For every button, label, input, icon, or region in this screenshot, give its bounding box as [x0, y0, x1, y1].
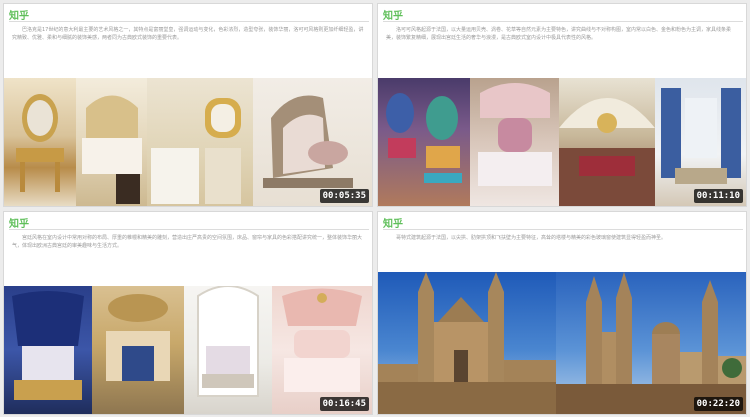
classic-sofa-photo	[252, 78, 372, 206]
photo-strip	[4, 286, 372, 414]
ornate-mirror-photo	[147, 78, 253, 206]
video-thumbnail-1[interactable]: 知乎 巴洛克是17世纪的意大利最主要的艺术风格之一，其特点是富丽堂皇，强调运动与…	[3, 3, 373, 207]
header-divider	[383, 229, 743, 230]
cathedral-front-photo	[378, 272, 556, 414]
header-divider	[9, 229, 369, 230]
video-timestamp: 00:22:20	[693, 397, 743, 411]
palace-hall-photo	[559, 78, 655, 206]
photo-strip	[378, 272, 746, 414]
zhihu-logo: 知乎	[383, 219, 403, 230]
white-arch-bedroom-photo	[184, 286, 272, 414]
canopy-bed-photo	[469, 78, 560, 206]
painted-chairs-photo	[378, 78, 470, 206]
description-text: 宫廷风格在室内设计中常用对称的布局、厚重的帷幔和精美的雕刻，营造出庄严高贵的空间…	[12, 235, 363, 249]
video-thumbnail-3[interactable]: 知乎 宫廷风格在室内设计中常用对称的布局、厚重的帷幔和精美的雕刻，营造出庄严高贵…	[3, 211, 373, 415]
zhihu-logo: 知乎	[9, 11, 29, 22]
carved-bedroom-photo	[75, 78, 148, 206]
gilded-ceiling-photo	[92, 286, 184, 414]
royal-blue-bedroom-photo	[4, 286, 92, 414]
header-divider	[383, 21, 743, 22]
blue-curtain-room-photo	[654, 78, 746, 206]
video-timestamp: 00:05:35	[319, 189, 369, 203]
gilded-vanity-photo	[4, 78, 76, 206]
video-thumbnail-4[interactable]: 知乎 哥特式建筑起源于法国，以尖拱、肋架拱顶和飞扶壁为主要特征，高耸的塔楼与精美…	[377, 211, 747, 415]
description-text: 哥特式建筑起源于法国，以尖拱、肋架拱顶和飞扶壁为主要特征，高耸的塔楼与精美的彩色…	[396, 235, 667, 241]
cathedral-skyline-photo	[556, 272, 746, 414]
zhihu-logo: 知乎	[383, 11, 403, 22]
video-timestamp: 00:11:10	[693, 189, 743, 203]
video-thumbnail-grid: 知乎 巴洛克是17世纪的意大利最主要的艺术风格之一，其特点是富丽堂皇，强调运动与…	[0, 0, 750, 417]
description-text: 巴洛克是17世纪的意大利最主要的艺术风格之一，其特点是富丽堂皇，强调运动与变化，…	[12, 27, 364, 41]
video-timestamp: 00:16:45	[319, 397, 369, 411]
zhihu-logo: 知乎	[9, 219, 29, 230]
video-thumbnail-2[interactable]: 知乎 洛可可风格起源于法国，以大量运用贝壳、涡卷、花草等自然元素为主要特色，讲究…	[377, 3, 747, 207]
header-divider	[9, 21, 369, 22]
photo-strip	[4, 78, 372, 206]
description-text: 洛可可风格起源于法国，以大量运用贝壳、涡卷、花草等自然元素为主要特色，讲究曲线与…	[386, 27, 732, 41]
pink-canopy-bedroom-photo	[272, 286, 372, 414]
photo-strip	[378, 78, 746, 206]
